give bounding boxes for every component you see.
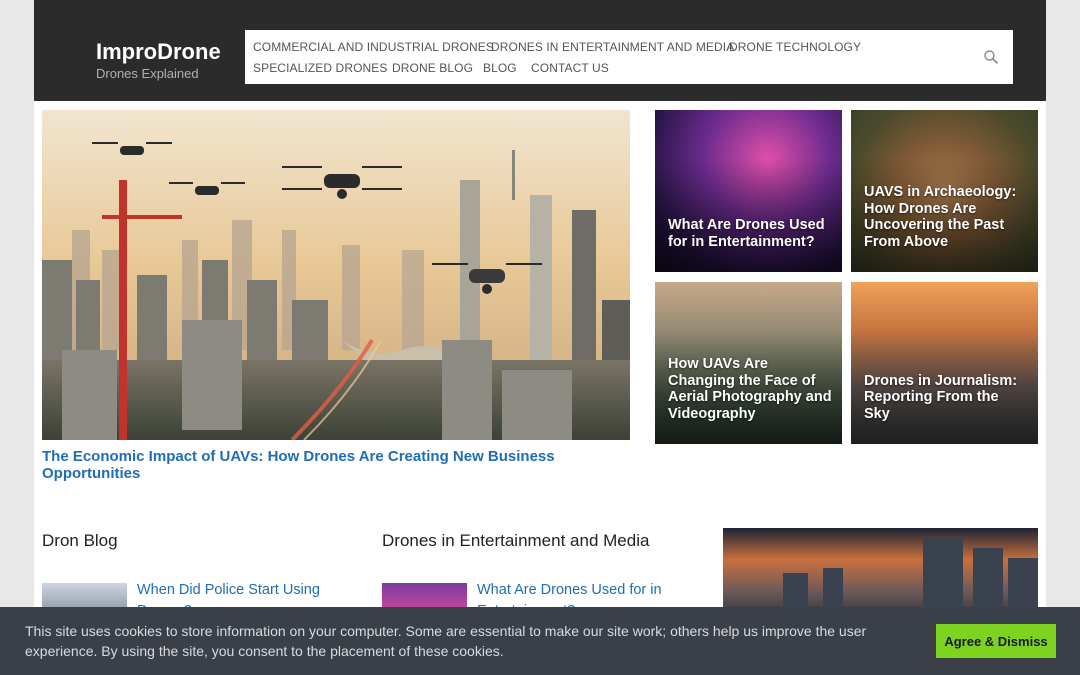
site-header: ImproDrone Drones Explained COMMERCIAL A…	[34, 0, 1046, 101]
nav-item-entertainment-media[interactable]: DRONES IN ENTERTAINMENT AND MEDIA	[491, 40, 734, 54]
nav-item-drone-technology[interactable]: DRONE TECHNOLOGY	[729, 40, 861, 54]
agree-dismiss-button[interactable]: Agree & Dismiss	[936, 624, 1056, 658]
site-tagline: Drones Explained	[96, 66, 199, 81]
tile-archaeology[interactable]: UAVS in Archaeology: How Drones Are Unco…	[851, 110, 1038, 272]
nav-item-contact-us[interactable]: CONTACT US	[531, 61, 609, 75]
tile-title: Drones in Journalism: Reporting From the…	[864, 372, 1018, 422]
page: ImproDrone Drones Explained COMMERCIAL A…	[34, 0, 1046, 675]
tile-journalism[interactable]: Drones in Journalism: Reporting From the…	[851, 282, 1038, 444]
site-title[interactable]: ImproDrone	[96, 40, 221, 64]
section-heading-blog: Dron Blog	[42, 531, 118, 550]
cookie-message: This site uses cookies to store informat…	[25, 623, 867, 659]
hero-article-title[interactable]: The Economic Impact of UAVs: How Drones …	[42, 448, 602, 482]
hero-image[interactable]	[42, 110, 630, 440]
sidebar-image[interactable]	[723, 528, 1038, 618]
hero-cityscape-illustration	[42, 110, 630, 440]
tile-title: What Are Drones Used for in Entertainmen…	[668, 217, 825, 250]
nav-item-blog[interactable]: BLOG	[483, 61, 517, 75]
search-icon[interactable]	[983, 49, 999, 65]
tile-aerial-photography[interactable]: How UAVs Are Changing the Face of Aerial…	[655, 282, 842, 444]
tile-title: UAVS in Archaeology: How Drones Are Unco…	[864, 184, 1017, 250]
nav-item-commercial-industrial[interactable]: COMMERCIAL AND INDUSTRIAL DRONES	[253, 40, 494, 54]
section-heading-entertainment: Drones in Entertainment and Media	[382, 531, 650, 550]
nav-item-specialized-drones[interactable]: SPECIALIZED DRONES	[253, 61, 388, 75]
nav-item-drone-blog[interactable]: DRONE BLOG	[392, 61, 473, 75]
main-nav: COMMERCIAL AND INDUSTRIAL DRONES DRONES …	[245, 30, 1013, 84]
tile-title: How UAVs Are Changing the Face of Aerial…	[668, 356, 832, 422]
cookie-banner: This site uses cookies to store informat…	[0, 607, 1080, 675]
tile-entertainment[interactable]: What Are Drones Used for in Entertainmen…	[655, 110, 842, 272]
